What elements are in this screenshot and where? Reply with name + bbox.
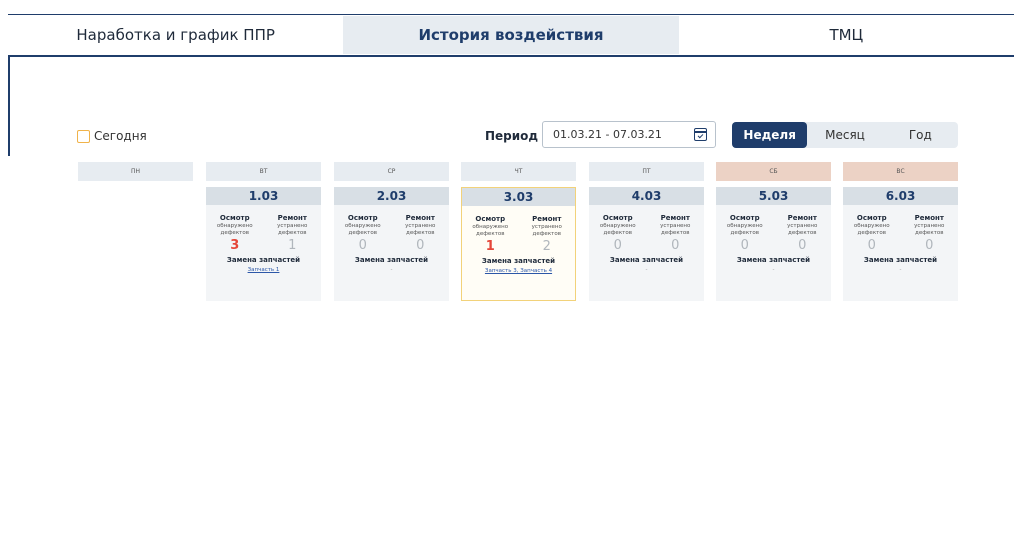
day-header: СБ <box>716 162 831 181</box>
parts-title: Замена запчастей <box>226 256 301 264</box>
card-date: 3.03 <box>462 188 575 206</box>
defects-found-count: 0 <box>867 238 876 253</box>
defects-found-count: 0 <box>358 238 367 253</box>
parts-list: - <box>899 267 902 273</box>
day-header: СР <box>334 162 449 181</box>
parts-title: Замена запчастей <box>609 256 684 264</box>
defects-found-count: 0 <box>740 238 749 253</box>
inspect-column: Осмотр обнаружено дефектов 0 <box>716 214 774 253</box>
day-card[interactable]: 4.03 Осмотр обнаружено дефектов 0 Ремонт устр… <box>589 187 704 301</box>
period-value: 01.03.21 - 07.03.21 <box>553 128 662 141</box>
defects-fixed-count: 0 <box>925 238 934 253</box>
range-week-button[interactable]: Неделя <box>732 122 808 148</box>
repair-column: Ремонт устранено дефектов 0 <box>901 214 959 253</box>
inspect-column: Осмотр обнаружено дефектов 0 <box>334 214 392 253</box>
range-switch: Неделя Месяц Год <box>732 122 958 148</box>
card-date: 6.03 <box>843 187 958 205</box>
left-border <box>8 56 10 156</box>
repair-title: Ремонт <box>787 214 817 222</box>
repair-title: Ремонт <box>660 214 690 222</box>
day-card[interactable]: 2.03 Осмотр обнаружено дефектов 0 Ремонт устр… <box>334 187 449 301</box>
day-card[interactable]: 6.03 Осмотр обнаружено дефектов 0 Ремонт устр… <box>843 187 958 301</box>
inspect-subtitle: обнаружено дефектов <box>344 223 381 236</box>
parts-list: - <box>390 267 393 273</box>
tab-bar: Наработка и график ППР История воздейств… <box>8 16 1014 54</box>
card-date: 5.03 <box>716 187 831 205</box>
calendar-icon[interactable] <box>694 128 707 141</box>
parts-title: Замена запчастей <box>481 257 556 265</box>
defects-found-count: 3 <box>230 238 240 253</box>
repair-column: Ремонт устранено дефектов 0 <box>392 214 450 253</box>
repair-title: Ремонт <box>277 214 307 222</box>
defects-fixed-count: 1 <box>288 238 297 253</box>
inspect-column: Осмотр обнаружено дефектов 3 <box>206 214 264 253</box>
inspect-subtitle: обнаружено дефектов <box>599 223 636 236</box>
inspect-title: Осмотр <box>856 214 887 222</box>
range-month-button[interactable]: Месяц <box>807 122 882 148</box>
defects-found-count: 0 <box>613 238 622 253</box>
repair-subtitle: устранено дефектов <box>405 223 436 236</box>
repair-title: Ремонт <box>914 214 944 222</box>
range-year-button[interactable]: Год <box>883 122 958 148</box>
repair-subtitle: устранено дефектов <box>660 223 691 236</box>
today-filter[interactable]: Сегодня <box>77 129 147 143</box>
day-card[interactable]: 3.03 Осмотр обнаружено дефектов 1 Ремонт устр… <box>461 187 576 301</box>
inspect-subtitle: обнаружено дефектов <box>216 223 253 236</box>
parts-list: - <box>645 267 648 273</box>
parts-list[interactable]: Запчасть 1 <box>206 267 321 273</box>
tab-impact-history[interactable]: История воздействия <box>343 16 679 54</box>
repair-subtitle: устранено дефектов <box>787 223 818 236</box>
parts-list: - <box>772 267 775 273</box>
repair-subtitle: устранено дефектов <box>914 223 945 236</box>
card-date: 2.03 <box>334 187 449 205</box>
inspect-title: Осмотр <box>475 215 506 223</box>
today-checkbox[interactable] <box>77 129 90 143</box>
parts-title: Замена запчастей <box>354 256 429 264</box>
repair-column: Ремонт устранено дефектов 1 <box>264 214 322 253</box>
card-date: 1.03 <box>206 187 321 205</box>
day-card[interactable]: 5.03 Осмотр обнаружено дефектов 0 Ремонт устр… <box>716 187 831 301</box>
inspect-title: Осмотр <box>219 214 250 222</box>
inspect-subtitle: обнаружено дефектов <box>853 223 890 236</box>
inspect-column: Осмотр обнаружено дефектов 0 <box>843 214 901 253</box>
inspect-title: Осмотр <box>347 214 378 222</box>
day-header: ПТ <box>589 162 704 181</box>
inspect-column: Осмотр обнаружено дефектов 0 <box>589 214 647 253</box>
parts-title: Замена запчастей <box>863 256 938 264</box>
day-header: ВС <box>843 162 958 181</box>
repair-column: Ремонт устранено дефектов 2 <box>519 215 576 254</box>
day-header: ПН <box>78 162 193 181</box>
tab-inventory[interactable]: ТМЦ <box>679 16 1014 54</box>
repair-title: Ремонт <box>405 214 435 222</box>
day-header: ВТ <box>206 162 321 181</box>
tab-operating-time[interactable]: Наработка и график ППР <box>8 16 343 54</box>
repair-subtitle: устранено дефектов <box>531 224 562 237</box>
inspect-subtitle: обнаружено дефектов <box>726 223 763 236</box>
inspect-title: Осмотр <box>729 214 760 222</box>
defects-fixed-count: 0 <box>416 238 425 253</box>
defects-fixed-count: 0 <box>671 238 680 253</box>
tabs-underline <box>8 55 1014 57</box>
parts-title: Замена запчастей <box>736 256 811 264</box>
defects-fixed-count: 2 <box>542 239 551 254</box>
repair-subtitle: устранено дефектов <box>277 223 308 236</box>
defects-fixed-count: 0 <box>798 238 807 253</box>
inspect-title: Осмотр <box>602 214 633 222</box>
inspect-subtitle: обнаружено дефектов <box>472 224 509 237</box>
parts-list[interactable]: Запчасть 3, Запчасть 4 <box>462 268 575 274</box>
repair-column: Ремонт устранено дефектов 0 <box>774 214 832 253</box>
card-date: 4.03 <box>589 187 704 205</box>
repair-title: Ремонт <box>532 215 562 223</box>
defects-found-count: 1 <box>485 239 495 254</box>
day-header: ЧТ <box>461 162 576 181</box>
period-date-input[interactable]: 01.03.21 - 07.03.21 <box>542 121 716 148</box>
inspect-column: Осмотр обнаружено дефектов 1 <box>462 215 519 254</box>
today-label: Сегодня <box>94 129 147 143</box>
repair-column: Ремонт устранено дефектов 0 <box>647 214 705 253</box>
period-label: Период <box>485 129 539 143</box>
top-border <box>8 14 1014 15</box>
day-card[interactable]: 1.03 Осмотр обнаружено дефектов 3 Ремонт устр… <box>206 187 321 301</box>
